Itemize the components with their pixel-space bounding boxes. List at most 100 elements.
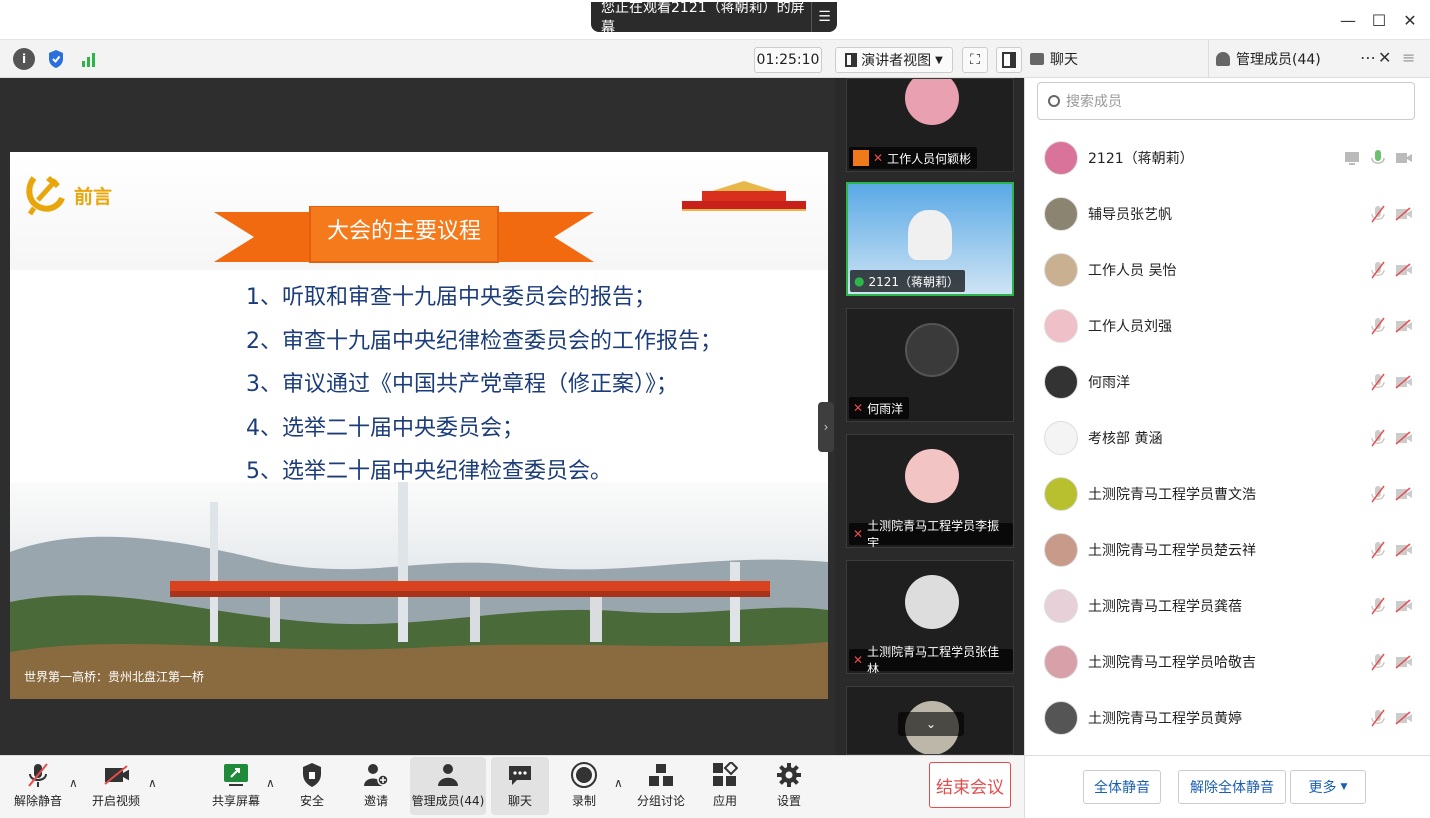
- member-name: 工作人员刘强: [1088, 319, 1172, 335]
- maximize-button[interactable]: ☐: [1369, 10, 1389, 30]
- mic-muted-icon[interactable]: [1368, 428, 1388, 448]
- camera-off-icon[interactable]: [1394, 316, 1414, 336]
- sidebar-icon: [1002, 52, 1016, 68]
- camera-off-icon[interactable]: [1394, 540, 1414, 560]
- close-panel-icon[interactable]: ✕: [1378, 48, 1391, 67]
- host-icon: [853, 150, 869, 166]
- avatar: [1044, 589, 1078, 623]
- mic-muted-icon[interactable]: [1368, 540, 1388, 560]
- video-thumbnail[interactable]: ✕ 土测院青马工程学员李振宇: [846, 434, 1014, 548]
- apps-button[interactable]: 应用: [703, 757, 747, 815]
- chat-label: 聊天: [507, 794, 532, 808]
- member-row[interactable]: 土测院青马工程学员哈敬吉: [1030, 634, 1420, 690]
- mic-muted-icon[interactable]: [1368, 316, 1388, 336]
- record-options-caret[interactable]: ∧: [614, 776, 623, 790]
- video-options-caret[interactable]: ∧: [148, 776, 157, 790]
- mic-muted-icon: ✕: [853, 527, 864, 541]
- member-row[interactable]: 工作人员刘强: [1030, 298, 1420, 354]
- camera-off-icon[interactable]: [1394, 708, 1414, 728]
- breakout-label: 分组讨论: [636, 794, 685, 808]
- signal-icon[interactable]: [78, 48, 100, 70]
- camera-off-icon[interactable]: [1394, 652, 1414, 672]
- video-off-icon: [103, 762, 129, 788]
- member-row[interactable]: 土测院青马工程学员龚蓓: [1030, 578, 1420, 634]
- more-icon[interactable]: ⋯: [1360, 48, 1376, 67]
- breakout-icon: [648, 762, 674, 788]
- scroll-down-button[interactable]: ⌄: [898, 712, 964, 736]
- member-row[interactable]: 辅导员张艺帆: [1030, 186, 1420, 242]
- video-thumbnail[interactable]: ✕ 土测院青马工程学员张佳林: [846, 560, 1014, 674]
- manage-members-button[interactable]: 管理成员(44): [410, 757, 486, 815]
- settings-button[interactable]: 设置: [767, 757, 811, 815]
- unmute-all-button[interactable]: 解除全体静音: [1178, 770, 1286, 804]
- camera-off-icon[interactable]: [1394, 372, 1414, 392]
- sidebar-toggle-button[interactable]: [996, 47, 1022, 73]
- tab-members[interactable]: 管理成员(44): [1216, 40, 1321, 78]
- camera-off-icon[interactable]: [1394, 428, 1414, 448]
- avatar: [1044, 365, 1078, 399]
- chevron-down-icon: ▼: [935, 54, 943, 66]
- record-label: 录制: [571, 794, 596, 808]
- security-button[interactable]: 安全: [290, 757, 334, 815]
- member-row[interactable]: 土测院青马工程学员曹文浩: [1030, 466, 1420, 522]
- camera-off-icon[interactable]: [1394, 484, 1414, 504]
- info-icon[interactable]: i: [13, 48, 35, 70]
- chat-button[interactable]: 聊天: [491, 757, 549, 815]
- mic-muted-icon[interactable]: [1368, 652, 1388, 672]
- fullscreen-button[interactable]: ⛶: [962, 47, 988, 73]
- member-row[interactable]: 考核部 黄涵: [1030, 410, 1420, 466]
- view-mode-label: 演讲者视图: [861, 53, 932, 69]
- member-row[interactable]: 工作人员 吴怡: [1030, 242, 1420, 298]
- shield-icon[interactable]: [45, 48, 67, 70]
- view-mode-dropdown[interactable]: 演讲者视图 ▼: [835, 47, 953, 73]
- menu-icon[interactable]: ☰: [811, 2, 837, 32]
- mic-muted-icon[interactable]: [1368, 260, 1388, 280]
- panel-menu-icon[interactable]: ≡: [1402, 48, 1415, 67]
- record-button[interactable]: 录制: [562, 757, 606, 815]
- member-name: 土测院青马工程学员龚蓓: [1088, 599, 1242, 615]
- close-button[interactable]: ✕: [1400, 10, 1420, 30]
- more-button[interactable]: 更多 ▼: [1290, 770, 1366, 804]
- video-thumbnail[interactable]: ✕ 工作人员何颖彬: [846, 78, 1014, 172]
- person-icon: [1216, 52, 1230, 66]
- end-meeting-button[interactable]: 结束会议: [929, 762, 1011, 808]
- member-row[interactable]: 土测院青马工程学员楚云祥: [1030, 522, 1420, 578]
- mic-on-icon[interactable]: [1368, 148, 1388, 168]
- avatar: [1044, 253, 1078, 287]
- share-screen-icon: [223, 762, 249, 788]
- mic-muted-icon[interactable]: [1368, 372, 1388, 392]
- mic-muted-icon[interactable]: [1368, 708, 1388, 728]
- invite-button[interactable]: 邀请: [354, 757, 398, 815]
- avatar: [1044, 421, 1078, 455]
- camera-off-icon[interactable]: [1394, 596, 1414, 616]
- camera-icon[interactable]: [1394, 148, 1414, 168]
- minimize-button[interactable]: —: [1338, 10, 1358, 30]
- layout-icon: [845, 53, 858, 67]
- share-screen-button[interactable]: 共享屏幕: [210, 757, 262, 815]
- apps-label: 应用: [712, 794, 737, 808]
- share-options-caret[interactable]: ∧: [266, 776, 275, 790]
- mic-muted-icon[interactable]: [1368, 596, 1388, 616]
- mic-muted-icon: ✕: [873, 151, 884, 165]
- member-search[interactable]: 搜索成员: [1037, 82, 1415, 120]
- member-name: 辅导员张艺帆: [1088, 207, 1172, 223]
- mic-muted-icon[interactable]: [1368, 204, 1388, 224]
- tab-chat[interactable]: 聊天: [1030, 40, 1078, 78]
- chat-icon: [507, 762, 533, 788]
- member-row[interactable]: 2121（蒋朝莉）: [1030, 130, 1420, 186]
- member-row[interactable]: 何雨洋: [1030, 354, 1420, 410]
- camera-off-icon[interactable]: [1394, 204, 1414, 224]
- search-input[interactable]: 搜索成员: [1066, 91, 1122, 111]
- breakout-button[interactable]: 分组讨论: [634, 757, 688, 815]
- member-row[interactable]: 土测院青马工程学员黄婷: [1030, 690, 1420, 746]
- camera-off-icon[interactable]: [1394, 260, 1414, 280]
- video-thumbnail[interactable]: ✕ 何雨洋: [846, 308, 1014, 422]
- unmute-button[interactable]: 解除静音: [12, 757, 64, 815]
- collapse-thumbnails-button[interactable]: ›: [818, 402, 834, 452]
- slide-section-title: 前言: [74, 186, 113, 208]
- mute-all-button[interactable]: 全体静音: [1083, 770, 1161, 804]
- start-video-button[interactable]: 开启视频: [90, 757, 142, 815]
- audio-options-caret[interactable]: ∧: [69, 776, 78, 790]
- mic-muted-icon[interactable]: [1368, 484, 1388, 504]
- video-thumbnail-active[interactable]: ● 2121（蒋朝莉）: [846, 182, 1014, 296]
